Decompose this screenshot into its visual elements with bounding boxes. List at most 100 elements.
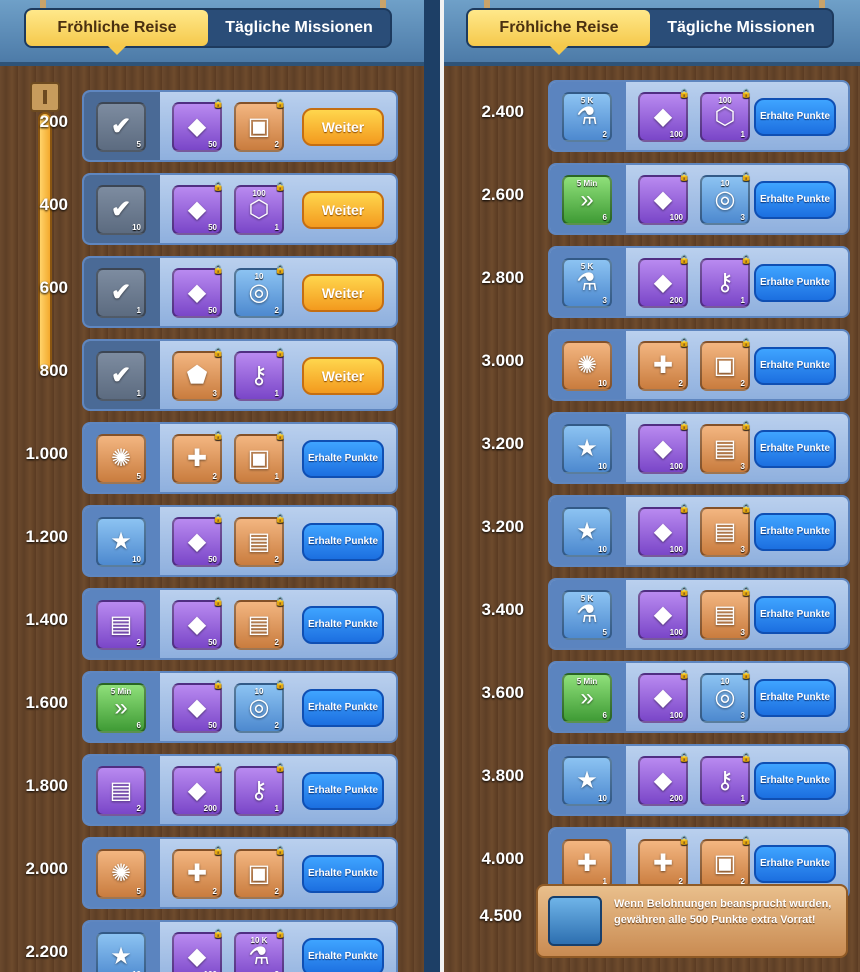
treasure-chest-icon[interactable]: ▣ 2 🔒 (234, 845, 286, 899)
lock-icon: 🔒 (274, 181, 286, 191)
diamond-icon[interactable]: ◆ 200 🔒 (638, 254, 690, 308)
key-icon[interactable]: ⚷ 1 🔒 (700, 752, 752, 806)
treasure-chest-icon[interactable]: ▣ 2 🔒 (234, 98, 286, 152)
diamond-icon[interactable]: ◆100🔒 (638, 503, 690, 557)
tab-froehliche-reise[interactable]: Fröhliche Reise (468, 10, 650, 55)
star-icon[interactable]: ★10 (562, 507, 612, 557)
claim-points-button[interactable]: Erhalte Punkte (754, 347, 836, 385)
diamond-icon[interactable]: ◆100🔒 (638, 669, 690, 723)
claim-points-button[interactable]: Erhalte Punkte (754, 762, 836, 800)
treasure-chest-icon[interactable]: ▣ 2 🔒 (700, 337, 752, 391)
star-icon[interactable]: ★10 (96, 517, 146, 567)
key-icon[interactable]: ⚷ 1 🔒 (234, 347, 286, 401)
key-icon[interactable]: ⚷ 1 🔒 (234, 762, 286, 816)
book-icon[interactable]: ▤ 2 (96, 766, 146, 816)
diamond-icon[interactable]: ◆ 50 🔒 (172, 513, 224, 567)
diamond-icon[interactable]: ◆100🔒 (172, 928, 224, 972)
book-icon[interactable]: ▤ 2 🔒 (234, 596, 286, 650)
points-label: 800 (39, 361, 68, 380)
reward-row: 1.600» 5 Min 6 ◆ 50 🔒 ◎ 10 2 🔒 Erhalte Punkte (0, 671, 424, 743)
diamond-icon[interactable]: ◆ 50 🔒 (172, 98, 224, 152)
reward-quantity: 50 (208, 306, 217, 315)
diamond-icon[interactable]: ◆ 50 🔒 (172, 264, 224, 318)
reward-quantity: 1 (274, 804, 279, 813)
diamond-icon[interactable]: ◆ 50 🔒 (172, 679, 224, 733)
coil-icon[interactable]: ◎ 10 3 🔒 (700, 171, 752, 225)
gear-check-icon[interactable]: ✔ 1 (96, 268, 146, 318)
coil-icon[interactable]: ◎ 10 2 🔒 (234, 264, 286, 318)
treasure-chest-icon[interactable]: ▣ 1 🔒 (234, 430, 286, 484)
nut-icon[interactable]: ⬡ 100 1 🔒 (700, 88, 752, 142)
claim-points-button[interactable]: Erhalte Punkte (302, 938, 384, 972)
claim-points-button[interactable]: Erhalte Punkte (754, 181, 836, 219)
diamond-icon[interactable]: ◆100🔒 (638, 171, 690, 225)
puzzle-icon[interactable]: ✚ 2 🔒 (172, 430, 224, 484)
puzzle-icon[interactable]: ✚ 2 🔒 (638, 835, 690, 889)
claim-points-button[interactable]: Erhalte Punkte (754, 596, 836, 634)
star-icon[interactable]: ★10 (96, 932, 146, 972)
tab-froehliche-reise[interactable]: Fröhliche Reise (26, 10, 208, 55)
potion-icon[interactable]: ⚗10 K3🔒 (234, 928, 286, 972)
puzzle-icon[interactable]: ✚ 1 (562, 839, 612, 889)
diamond-icon[interactable]: ◆ 200 🔒 (638, 752, 690, 806)
fast-forward-icon[interactable]: » 5 Min 6 (96, 683, 146, 733)
diamond-icon[interactable]: ◆100🔒 (638, 420, 690, 474)
star-icon[interactable]: ★10 (562, 424, 612, 474)
claim-points-button[interactable]: Erhalte Punkte (302, 772, 384, 810)
potion-icon[interactable]: ⚗ 5 K 2 (562, 92, 612, 142)
claim-points-button[interactable]: Erhalte Punkte (754, 98, 836, 136)
book-icon[interactable]: ▤ 2 🔒 (234, 513, 286, 567)
claim-points-button[interactable]: Erhalte Punkte (302, 523, 384, 561)
reward-glyph: ▤ (713, 435, 737, 462)
lock-icon: 🔒 (740, 752, 752, 762)
reward-glyph: ◆ (653, 684, 673, 711)
book-icon[interactable]: ▤ 3 🔒 (700, 503, 752, 557)
claim-points-button[interactable]: Erhalte Punkte (754, 679, 836, 717)
claim-points-button[interactable]: Erhalte Punkte (754, 264, 836, 302)
tab-taegliche-missionen[interactable]: Tägliche Missionen (208, 10, 390, 46)
claim-points-button[interactable]: Erhalte Punkte (754, 513, 836, 551)
coil-icon[interactable]: ◎ 10 3 🔒 (700, 669, 752, 723)
tab-taegliche-missionen[interactable]: Tägliche Missionen (650, 10, 832, 46)
reward-quantity: 100 (669, 545, 683, 554)
claim-points-button[interactable]: Erhalte Punkte (302, 855, 384, 893)
gear-check-icon[interactable]: ✔ 10 (96, 185, 146, 235)
potion-icon[interactable]: ⚗ 5 K 3 (562, 258, 612, 308)
continue-button[interactable]: Weiter (302, 191, 384, 229)
treasure-chest-icon[interactable]: ▣ 2 🔒 (700, 835, 752, 889)
continue-button[interactable]: Weiter (302, 274, 384, 312)
claim-points-button[interactable]: Erhalte Punkte (754, 845, 836, 883)
puzzle-icon[interactable]: ✚ 2 🔒 (638, 337, 690, 391)
coil-icon[interactable]: ◎ 10 2 🔒 (234, 679, 286, 733)
nut-icon[interactable]: ⬡ 100 1 🔒 (234, 181, 286, 235)
diamond-icon[interactable]: ◆100🔒 (638, 586, 690, 640)
book-icon[interactable]: ▤ 3 🔒 (700, 586, 752, 640)
claim-points-button[interactable]: Erhalte Punkte (302, 606, 384, 644)
puzzle-icon[interactable]: ✚ 2 🔒 (172, 845, 224, 899)
claim-points-button[interactable]: Erhalte Punkte (754, 430, 836, 468)
claim-points-button[interactable]: Erhalte Punkte (302, 440, 384, 478)
reward-glyph: ★ (576, 435, 598, 462)
fast-forward-icon[interactable]: » 5 Min 6 (562, 673, 612, 723)
shell-icon[interactable]: ✺ 10 (562, 341, 612, 391)
shell-icon[interactable]: ✺ 5 (96, 434, 146, 484)
diamond-icon[interactable]: ◆100🔒 (638, 88, 690, 142)
shell-icon[interactable]: ✺ 5 (96, 849, 146, 899)
continue-button[interactable]: Weiter (302, 357, 384, 395)
gear-check-icon[interactable]: ✔ 5 (96, 102, 146, 152)
diamond-icon[interactable]: ◆ 50 🔒 (172, 596, 224, 650)
continue-button[interactable]: Weiter (302, 108, 384, 146)
book-icon[interactable]: ▤ 3 🔒 (700, 420, 752, 474)
claim-points-button[interactable]: Erhalte Punkte (302, 689, 384, 727)
reward-row: 1.400 ▤ 2 ◆ 50 🔒 ▤ 2 🔒 Erhalte Punkte (0, 588, 424, 660)
star-icon[interactable]: ★10 (562, 756, 612, 806)
fast-forward-icon[interactable]: » 5 Min 6 (562, 175, 612, 225)
stone-icon[interactable]: ⬟ 3 🔒 (172, 347, 224, 401)
key-icon[interactable]: ⚷ 1 🔒 (700, 254, 752, 308)
diamond-icon[interactable]: ◆ 200 🔒 (172, 762, 224, 816)
potion-icon[interactable]: ⚗ 5 K 5 (562, 590, 612, 640)
diamond-icon[interactable]: ◆ 50 🔒 (172, 181, 224, 235)
gear-check-icon[interactable]: ✔ 1 (96, 351, 146, 401)
reward-quantity: 5 (136, 472, 141, 481)
book-icon[interactable]: ▤ 2 (96, 600, 146, 650)
